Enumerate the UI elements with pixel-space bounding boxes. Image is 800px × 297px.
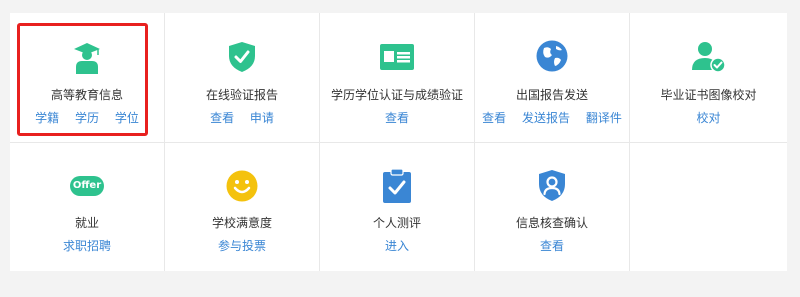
service-links: 查看 发送报告 翻译件: [475, 109, 629, 126]
link-proofread[interactable]: 校对: [696, 111, 720, 125]
user-check-icon: [691, 42, 726, 73]
link-job-search[interactable]: 求职招聘: [63, 239, 111, 253]
id-card-icon: [380, 44, 414, 70]
clipboard-check-icon: [383, 169, 411, 203]
service-card-employment: Offer 就业 求职招聘: [10, 143, 165, 271]
service-links: 查看: [320, 109, 474, 126]
service-links: 求职招聘: [10, 237, 164, 254]
services-panel: 高等教育信息 学籍 学历 学位 在线验证报告 查看 申请 学历学位认证与成绩验证…: [10, 13, 787, 271]
service-card-info-confirm: 信息核查确认 查看: [475, 143, 630, 271]
service-title: 学校满意度: [211, 216, 272, 230]
service-card-satisfaction: 学校满意度 参与投票: [165, 143, 320, 271]
globe-icon: [536, 40, 568, 72]
link-view[interactable]: 查看: [210, 111, 234, 125]
service-card-online-report: 在线验证报告 查看 申请: [165, 13, 320, 143]
service-title: 信息核查确认: [515, 216, 588, 230]
service-links: 进入: [320, 237, 474, 254]
service-card-abroad-report: 出国报告发送 查看 发送报告 翻译件: [475, 13, 630, 143]
service-card-assessment: 个人测评 进入: [320, 143, 475, 271]
service-title: 在线验证报告: [205, 88, 278, 102]
empty-cell: [630, 143, 787, 271]
link-view[interactable]: 查看: [482, 111, 506, 125]
service-card-degree-cert: 学历学位认证与成绩验证 查看: [320, 13, 475, 143]
link-view[interactable]: 查看: [385, 111, 409, 125]
service-card-higher-edu-info: 高等教育信息 学籍 学历 学位: [10, 13, 165, 143]
offer-icon: Offer: [70, 176, 104, 196]
smiley-icon: [226, 170, 258, 202]
service-links: 学籍 学历 学位: [10, 109, 164, 126]
link-translation[interactable]: 翻译件: [586, 111, 622, 125]
service-title: 毕业证书图像校对: [660, 88, 757, 102]
service-links: 查看: [475, 237, 629, 254]
link-education[interactable]: 学历: [75, 111, 99, 125]
service-title: 学历学位认证与成绩验证: [330, 88, 463, 102]
service-title: 个人测评: [372, 216, 421, 230]
shield-check-icon: [229, 42, 255, 72]
service-links: 查看 申请: [165, 109, 319, 126]
service-title: 出国报告发送: [515, 88, 588, 102]
link-apply[interactable]: 申请: [250, 111, 274, 125]
service-title: 就业: [74, 216, 99, 230]
user-shield-icon: [539, 170, 565, 201]
link-student-status[interactable]: 学籍: [35, 111, 59, 125]
graduate-icon: [74, 43, 100, 74]
link-enter[interactable]: 进入: [385, 239, 409, 253]
service-card-photo-check: 毕业证书图像校对 校对: [630, 13, 787, 143]
service-title: 高等教育信息: [50, 88, 123, 102]
link-view[interactable]: 查看: [540, 239, 564, 253]
service-links: 参与投票: [165, 237, 319, 254]
service-links: 校对: [630, 109, 787, 126]
link-vote[interactable]: 参与投票: [218, 239, 266, 253]
link-send-report[interactable]: 发送报告: [522, 111, 570, 125]
link-degree[interactable]: 学位: [115, 111, 139, 125]
